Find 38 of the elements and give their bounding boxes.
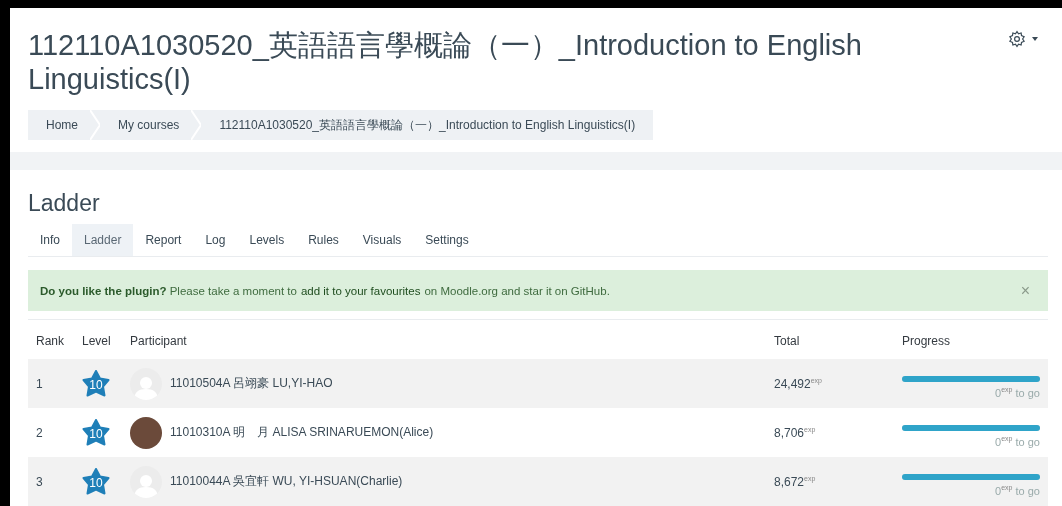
level-badge: 10 — [82, 369, 110, 398]
rank-text: 3 — [36, 474, 43, 489]
breadcrumb-link[interactable]: Home — [28, 118, 90, 132]
alert-text: on Moodle.org and star it on GitHub. — [424, 284, 610, 297]
tab[interactable]: Levels — [237, 224, 297, 256]
tab[interactable]: Rules — [296, 224, 351, 256]
participant-name: 11010504A 呂翊豪 LU,YI-HAO — [170, 375, 333, 392]
tab[interactable]: Info — [28, 224, 72, 256]
participant-name: 11010044A 吳宜軒 WU, YI-HSUAN(Charlie) — [170, 473, 403, 490]
tab[interactable]: Visuals — [350, 224, 414, 256]
photo-placeholder — [130, 416, 162, 449]
level-badge: 10 — [82, 467, 110, 496]
alert-text: Do you like the plugin? Please take a moment to — [40, 284, 297, 297]
page-heading: Ladder — [28, 189, 101, 218]
tab[interactable]: Ladder — [72, 224, 134, 256]
column-header: Rank — [36, 334, 64, 348]
participant-name: 11010310A 明 月 ALISA SRINARUEMON(Alice) — [170, 424, 434, 441]
column-header: Progress — [902, 334, 951, 348]
rank-text: 2 — [36, 425, 43, 440]
caret-icon[interactable] — [1032, 37, 1038, 41]
tab[interactable]: Log — [193, 224, 238, 256]
level-badge: 10 — [82, 418, 110, 447]
column-header: Level — [82, 334, 111, 348]
settings-icon[interactable] — [1008, 30, 1026, 48]
column-header: Participant — [130, 334, 187, 348]
rank-text: 1 — [36, 376, 43, 391]
total-exp: 8,706$^{exp}$ — [774, 425, 816, 440]
exp-to-go: 0$^{exp}$ to go — [995, 435, 1040, 448]
tab[interactable]: Settings — [413, 224, 481, 256]
breadcrumb-link[interactable]: My courses — [100, 118, 192, 132]
exp-to-go: 0$^{exp}$ to go — [995, 484, 1040, 497]
tab[interactable]: Report — [133, 224, 194, 256]
total-exp: 24,492$^{exp}$ — [774, 376, 822, 391]
page-title: 112110A1030520_英語語言學概論（一）_Introduction to English Linguistics(I) — [28, 28, 863, 96]
exp-to-go: 0$^{exp}$ to go — [995, 386, 1040, 399]
column-header: Total — [774, 334, 800, 348]
favourites-link[interactable]: add it to your favourites — [300, 284, 421, 297]
total-exp: 8,672$^{exp}$ — [774, 474, 816, 489]
